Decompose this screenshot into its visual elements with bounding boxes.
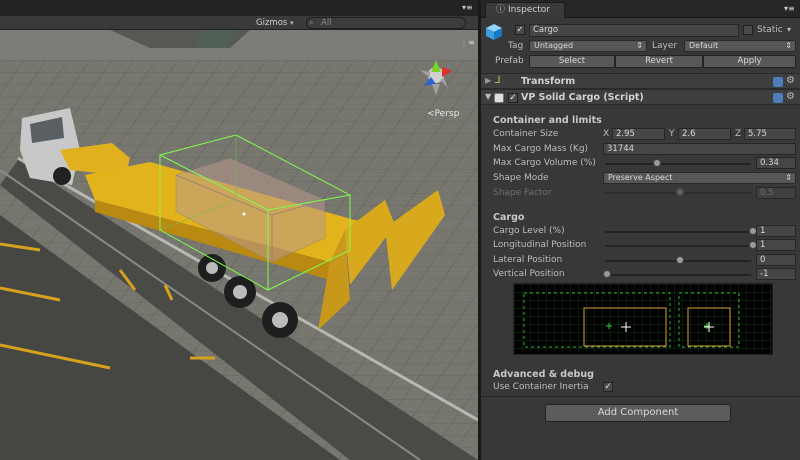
shape-factor-label: Shape Factor [493, 188, 552, 198]
gear-icon[interactable]: ⚙ [786, 91, 795, 102]
cargo-preview [513, 283, 774, 356]
scene-render[interactable] [0, 0, 478, 460]
prefab-label: Prefab [495, 56, 524, 66]
script-file-icon [494, 93, 504, 103]
container-size-label: Container Size [493, 129, 559, 139]
persp-text: Persp [434, 109, 460, 119]
lateral-field[interactable]: 0 [756, 254, 796, 266]
tag-dropdown[interactable]: Untagged ⇕ [529, 40, 647, 52]
size-y-label: Y [669, 129, 675, 139]
gizmos-dropdown[interactable]: Gizmos [256, 18, 287, 28]
transform-component-header[interactable]: ▶ ⅃ Transform ⚙ [481, 73, 800, 89]
layer-dropdown[interactable]: Default ⇕ [684, 40, 796, 52]
shape-mode-value: Preserve Aspect [608, 173, 673, 182]
size-z-label: Z [735, 129, 742, 139]
persp-arrow-icon: < [427, 109, 435, 119]
shape-factor-slider-knob [676, 188, 684, 196]
container-section-heading: Container and limits [493, 115, 602, 126]
static-label: Static [757, 25, 783, 35]
component-divider [481, 396, 800, 397]
max-volume-slider-knob[interactable] [652, 159, 661, 167]
search-placeholder: All [321, 18, 332, 28]
tab-inspector[interactable]: ⓘ Inspector [485, 2, 565, 18]
max-volume-field[interactable]: 0.34 [756, 157, 796, 169]
scene-view[interactable]: ▾≡ Gizmos ▾ ⌕ All ⋮≡ <Persp [0, 0, 478, 460]
help-book-icon[interactable] [773, 93, 783, 103]
script-enabled-checkbox[interactable]: ✓ [508, 93, 518, 103]
prefab-select-button[interactable]: Select [529, 55, 615, 68]
max-mass-label: Max Cargo Mass (Kg) [493, 144, 589, 154]
inspector-tab-label: Inspector [508, 5, 550, 15]
shape-mode-dropdown[interactable]: Preserve Aspect ⇕ [603, 172, 796, 184]
chevron-down-icon: ▾ [290, 19, 294, 27]
inspector-menu-icon[interactable]: ▾≡ [784, 4, 795, 13]
foldout-arrow-right-icon[interactable]: ▶ [485, 76, 491, 85]
inspector-panel: ⓘ Inspector ▾≡ ✓ Cargo Static ▾ Tag Untag… [481, 0, 800, 460]
size-y-field[interactable]: 2.6 [678, 128, 731, 140]
longitudinal-slider-track[interactable] [605, 245, 751, 247]
scene-view-menu-icon[interactable]: ⋮≡ [460, 38, 475, 47]
tag-value: Untagged [534, 41, 574, 50]
layer-value: Default [689, 41, 719, 50]
scene-search-input[interactable]: ⌕ All [306, 17, 466, 29]
chevron-updown-icon: ⇕ [785, 173, 792, 182]
container-inertia-checkbox[interactable]: ✓ [603, 382, 613, 392]
longitudinal-label: Longitudinal Position [493, 240, 587, 250]
prefab-revert-button[interactable]: Revert [615, 55, 703, 68]
transform-title: Transform [521, 76, 576, 87]
shape-factor-field: 0.5 [756, 187, 796, 199]
chevron-updown-icon: ⇕ [785, 41, 792, 50]
size-x-field[interactable]: 2.95 [612, 128, 665, 140]
vertical-field[interactable]: -1 [756, 268, 796, 280]
cargo-level-slider-track[interactable] [605, 231, 751, 233]
foldout-arrow-down-icon[interactable]: ▼ [485, 92, 491, 101]
advanced-section-heading: Advanced & debug [493, 369, 594, 380]
vertical-slider-knob[interactable] [603, 270, 611, 278]
shape-mode-label: Shape Mode [493, 173, 549, 183]
cargo-level-label: Cargo Level (%) [493, 226, 565, 236]
object-name-field[interactable]: Cargo [529, 24, 739, 37]
max-mass-field[interactable]: 31744 [603, 143, 796, 155]
gear-icon[interactable]: ⚙ [786, 75, 795, 86]
active-checkbox[interactable]: ✓ [515, 25, 525, 35]
vertical-label: Vertical Position [493, 269, 565, 279]
max-volume-slider-track[interactable] [605, 163, 751, 165]
tag-label: Tag [508, 41, 524, 51]
layer-label: Layer [652, 41, 678, 51]
scene-menu-icon[interactable]: ▾≡ [462, 3, 473, 12]
lateral-label: Lateral Position [493, 255, 563, 265]
size-z-field[interactable]: 5.75 [744, 128, 796, 140]
cargo-preview-graphic [514, 284, 774, 356]
cargo-level-field[interactable]: 1 [756, 225, 796, 237]
script-component-header[interactable]: ▼ ✓ VP Solid Cargo (Script) ⚙ [481, 89, 800, 105]
lateral-slider-knob[interactable] [676, 256, 684, 264]
perspective-label[interactable]: <Persp [427, 109, 459, 119]
add-component-button[interactable]: Add Component [545, 404, 731, 422]
gameobject-cube-icon [485, 23, 503, 41]
search-icon: ⌕ [309, 18, 314, 27]
info-icon: ⓘ [496, 5, 506, 15]
script-title: VP Solid Cargo (Script) [521, 92, 644, 103]
inspector-tab-bar: ⓘ Inspector ▾≡ [481, 0, 800, 18]
scene-tab-strip: ▾≡ [0, 0, 478, 16]
container-inertia-label: Use Container Inertia [493, 382, 589, 392]
transform-axes-icon: ⅃ [495, 75, 501, 86]
size-x-label: X [603, 129, 610, 139]
max-volume-label: Max Cargo Volume (%) [493, 158, 596, 168]
cargo-section-heading: Cargo [493, 212, 525, 223]
chevron-updown-icon: ⇕ [636, 41, 643, 50]
static-dropdown-icon[interactable]: ▾ [787, 25, 791, 34]
help-book-icon[interactable] [773, 77, 783, 87]
vertical-slider-track[interactable] [605, 274, 751, 276]
scene-toolbar: Gizmos ▾ ⌕ All [0, 16, 478, 30]
static-checkbox[interactable] [743, 25, 753, 35]
prefab-apply-button[interactable]: Apply [703, 55, 796, 68]
longitudinal-field[interactable]: 1 [756, 239, 796, 251]
